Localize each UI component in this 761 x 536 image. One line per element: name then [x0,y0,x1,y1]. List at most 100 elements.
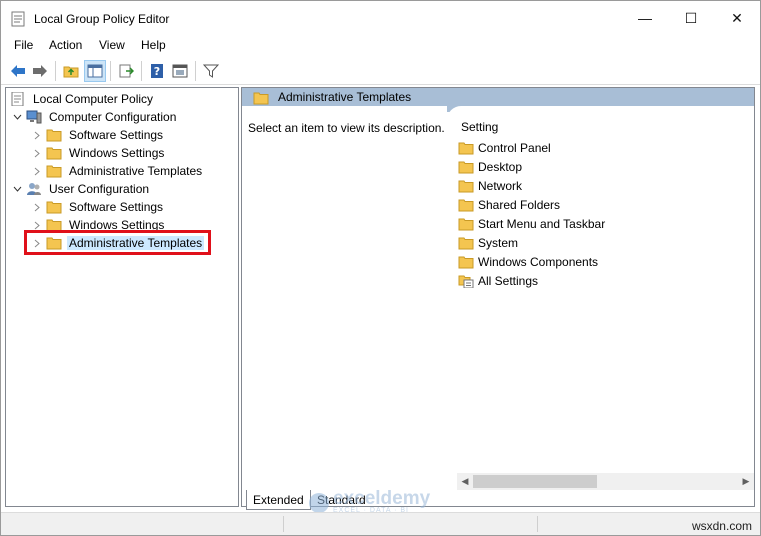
list-item-network[interactable]: Network [458,177,522,195]
tree-node-cc-administrative-templates[interactable]: Administrative Templates [31,162,204,180]
tree-node-user-configuration[interactable]: User Configuration [11,180,151,198]
policy-editor-icon [11,11,25,27]
tree-label-uc-software-settings: Software Settings [69,200,164,214]
up-one-level-button[interactable] [60,60,82,82]
folder-icon [458,199,474,212]
chevron-right-icon[interactable] [31,201,43,213]
site-tag: wsxdn.com [691,519,752,533]
horizontal-scrollbar[interactable]: ◀ ▶ [457,473,754,490]
help-icon: ? [151,64,163,78]
tree-node-cc-software-settings[interactable]: Software Settings [31,126,165,144]
list-item-label: All Settings [478,274,539,288]
list-item-all-settings[interactable]: All Settings [458,272,538,290]
tree-node-computer-configuration[interactable]: Computer Configuration [11,108,178,126]
column-header-setting[interactable]: Setting [461,120,498,134]
status-divider [537,516,538,532]
tree-label-cc-software-settings: Software Settings [69,128,164,142]
list-item-start-menu-and-taskbar[interactable]: Start Menu and Taskbar [458,215,605,233]
view-tabs: Extended Standard [241,490,541,512]
folder-icon [458,142,474,155]
forward-icon [33,65,47,77]
list-item-system[interactable]: System [458,234,518,252]
minimize-button[interactable]: — [622,1,668,35]
filter-icon [203,64,219,78]
tree-label-cc-administrative-templates: Administrative Templates [69,164,203,178]
chevron-down-icon[interactable] [11,111,23,123]
folder-icon [458,237,474,250]
scroll-left-icon[interactable]: ◀ [457,473,473,490]
up-folder-icon [63,66,79,78]
window-title: Local Group Policy Editor [34,12,170,26]
chevron-right-icon[interactable] [31,129,43,141]
menu-help[interactable]: Help [141,38,166,52]
folder-icon [46,165,62,178]
status-bar: wsxdn.com [1,512,760,535]
folder-icon [458,256,474,269]
app-window: Local Group Policy Editor — ☐ ✕ File Act… [0,0,761,536]
menu-action[interactable]: Action [49,38,82,52]
show-hide-tree-icon [87,64,103,78]
folder-icon [458,218,474,231]
show-hide-tree-button[interactable] [84,60,106,82]
title-bar: Local Group Policy Editor — ☐ ✕ [1,1,760,35]
list-item-shared-folders[interactable]: Shared Folders [458,196,560,214]
folder-icon [458,161,474,174]
tree-node-cc-windows-settings[interactable]: Windows Settings [31,144,166,162]
list-item-windows-components[interactable]: Windows Components [458,253,598,271]
description-text: Select an item to view its description. [248,121,445,135]
maximize-button[interactable]: ☐ [668,1,714,35]
folder-icon [458,180,474,193]
list-item-label: System [478,236,519,250]
tree-label-root: Local Computer Policy [33,92,154,106]
folder-icon [46,147,62,160]
list-item-label: Start Menu and Taskbar [478,217,606,231]
tab-standard[interactable]: Standard [311,490,372,510]
tree-label-cc-windows-settings: Windows Settings [69,146,165,160]
forward-button[interactable] [29,60,51,82]
filter-button[interactable] [200,60,222,82]
users-icon [27,183,41,195]
policy-document-icon [11,92,24,106]
tab-extended[interactable]: Extended [246,490,311,510]
close-button[interactable]: ✕ [714,1,760,35]
toolbar-separator [110,61,111,81]
tree-label-user-configuration: User Configuration [49,182,150,196]
toolbar-separator [141,61,142,81]
menu-bar: File Action View Help [1,35,760,57]
folder-icon [46,129,62,142]
folder-icon [46,201,62,214]
properties-button[interactable] [169,60,191,82]
details-title: Administrative Templates [278,90,412,104]
details-header-curve [447,106,754,120]
export-list-icon [119,64,134,78]
list-item-label: Control Panel [478,141,551,155]
menu-file[interactable]: File [14,38,33,52]
properties-icon [172,64,188,78]
back-button[interactable] [7,60,29,82]
chevron-right-icon[interactable] [31,165,43,177]
list-item-label: Network [478,179,523,193]
toolbar-separator [195,61,196,81]
all-settings-icon [458,275,474,288]
list-item-label: Shared Folders [478,198,561,212]
list-item-label: Windows Components [478,255,599,269]
chevron-right-icon[interactable] [31,147,43,159]
console-tree: Local Computer Policy Computer Configura… [5,87,239,507]
toolbar-separator [55,61,56,81]
export-list-button[interactable] [115,60,137,82]
computer-icon [26,110,42,124]
highlight-annotation [24,230,211,255]
back-icon [11,65,25,77]
tree-node-root[interactable]: Local Computer Policy [10,90,155,108]
scroll-right-icon[interactable]: ▶ [738,473,754,490]
list-item-control-panel[interactable]: Control Panel [458,139,551,157]
folder-icon [253,92,269,105]
svg-text:?: ? [154,65,160,78]
toolbar: ? [1,57,760,85]
chevron-down-icon[interactable] [11,183,23,195]
menu-view[interactable]: View [99,38,125,52]
tree-node-uc-software-settings[interactable]: Software Settings [31,198,165,216]
scrollbar-thumb[interactable] [473,475,597,488]
help-button[interactable]: ? [146,60,168,82]
list-item-desktop[interactable]: Desktop [458,158,522,176]
